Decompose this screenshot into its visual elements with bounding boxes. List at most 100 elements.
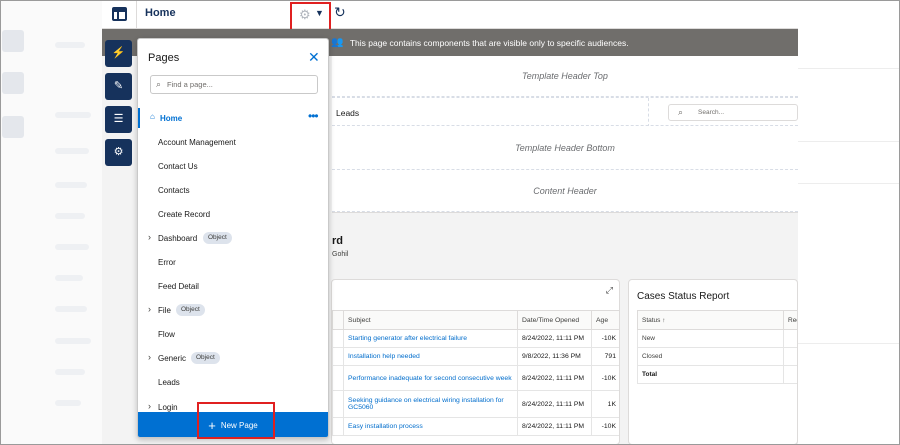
- page-item-label: Create Record: [158, 210, 211, 219]
- case-date: 8/24/2022, 11:11 PM: [517, 417, 592, 436]
- page-item-label: Dashboard: [158, 234, 198, 243]
- page-item-label: Account Management: [158, 138, 236, 147]
- chevron-right-icon[interactable]: ›: [148, 232, 151, 242]
- status-total-cell: Total: [637, 365, 784, 384]
- page-item-generic[interactable]: › Generic Object: [138, 348, 328, 368]
- case-age: -10K: [591, 365, 619, 391]
- page-item-contacts[interactable]: Contacts: [138, 180, 328, 200]
- background-icon: [2, 30, 24, 52]
- page-item-label: File: [158, 306, 171, 315]
- page-item-file[interactable]: › File Object: [138, 300, 328, 320]
- chevron-right-icon[interactable]: ›: [148, 352, 151, 362]
- template-header-bottom[interactable]: Template Header Bottom: [332, 126, 798, 170]
- table-cell: [332, 347, 344, 366]
- record-title: rd: [332, 235, 343, 247]
- case-date: 8/24/2022, 11:11 PM: [517, 365, 592, 391]
- background-line: [55, 213, 85, 219]
- background-line: [55, 338, 91, 344]
- status-cell: New: [637, 329, 784, 348]
- page-item-error[interactable]: Error: [138, 252, 328, 272]
- chevron-right-icon[interactable]: ›: [148, 401, 151, 411]
- gear-icon: ⚙: [113, 146, 124, 158]
- expand-icon[interactable]: ⤢: [606, 285, 613, 296]
- pages-panel: Pages ✕ ⌕ ⌂ Home ••• Account Management …: [137, 38, 329, 438]
- column-header-date[interactable]: Date/Time Opened: [517, 310, 592, 330]
- page-item-home[interactable]: ⌂ Home •••: [138, 108, 328, 128]
- audience-icon: 👥: [331, 37, 344, 48]
- more-actions-icon[interactable]: •••: [308, 109, 319, 123]
- page-item-label: Feed Detail: [158, 282, 199, 291]
- case-subject-link[interactable]: Seeking guidance on electrical wiring in…: [343, 390, 518, 418]
- home-icon: ⌂: [150, 112, 155, 121]
- page-item-leads[interactable]: Leads: [138, 372, 328, 392]
- page-item-create-record[interactable]: Create Record: [138, 204, 328, 224]
- cases-table-card: ⤢ Subject Date/Time Opened Age Starting …: [331, 279, 620, 445]
- page-item-feed-detail[interactable]: Feed Detail: [138, 276, 328, 296]
- cases-status-report-card: Cases Status Report Status ↑ Rec New Clo…: [628, 279, 798, 445]
- case-age: -10K: [591, 329, 619, 348]
- page-item-account-management[interactable]: Account Management: [138, 132, 328, 152]
- object-badge: Object: [191, 352, 220, 364]
- panel-layout-icon[interactable]: [112, 7, 127, 21]
- page-item-label: Contact Us: [158, 162, 198, 171]
- background-line: [55, 306, 87, 312]
- components-button[interactable]: ⚡: [105, 40, 132, 67]
- page-item-flow[interactable]: Flow: [138, 324, 328, 344]
- page-item-label: Contacts: [158, 186, 190, 195]
- column-header-subject[interactable]: Subject: [343, 310, 518, 330]
- page-item-label: Home: [160, 114, 183, 123]
- page-item-label: Leads: [158, 378, 180, 387]
- refresh-icon[interactable]: ↻: [334, 4, 346, 21]
- page-item-label: Flow: [158, 330, 175, 339]
- table-row: Starting generator after electrical fail…: [332, 329, 619, 348]
- page-item-label: Error: [158, 258, 176, 267]
- case-subject-link[interactable]: Performance inadequate for second consec…: [343, 365, 518, 391]
- table-row: Closed: [637, 347, 797, 366]
- background-line: [798, 343, 900, 344]
- page-item-dashboard[interactable]: › Dashboard Object: [138, 228, 328, 248]
- case-subject-link[interactable]: Starting generator after electrical fail…: [343, 329, 518, 348]
- nav-item-leads[interactable]: Leads: [336, 108, 359, 118]
- background-line: [55, 244, 89, 250]
- record-subtitle: Gohil: [332, 251, 349, 258]
- page-item-contact-us[interactable]: Contact Us: [138, 156, 328, 176]
- background-line: [55, 42, 85, 48]
- background-line: [798, 68, 900, 69]
- object-badge: Object: [176, 304, 205, 316]
- table-row: Installation help needed 9/8/2022, 11:36…: [332, 347, 619, 366]
- search-input[interactable]: ⌕ Search...: [668, 104, 798, 121]
- find-page-input[interactable]: [167, 78, 312, 91]
- case-age: -10K: [591, 417, 619, 436]
- case-subject-link[interactable]: Installation help needed: [343, 347, 518, 366]
- template-header-top[interactable]: Template Header Top: [332, 56, 798, 97]
- case-date: 9/8/2022, 11:36 PM: [517, 347, 592, 366]
- settings-button[interactable]: ⚙: [105, 139, 132, 166]
- table-row: Easy installation process 8/24/2022, 11:…: [332, 417, 619, 436]
- close-icon[interactable]: ✕: [308, 49, 320, 66]
- chevron-right-icon[interactable]: ›: [148, 304, 151, 314]
- builder-topbar: Home ⚙ ▼ ↻: [102, 0, 798, 33]
- background-line: [55, 148, 89, 154]
- topbar-divider: [136, 0, 137, 29]
- case-date: 8/24/2022, 11:11 PM: [517, 329, 592, 348]
- status-report-table: Status ↑ Rec New Closed Total: [637, 310, 797, 384]
- background-line: [798, 141, 900, 142]
- search-icon: ⌕: [678, 107, 684, 117]
- find-page-field[interactable]: ⌕: [150, 75, 318, 94]
- status-cell: Closed: [637, 347, 784, 366]
- background-icon: [2, 116, 24, 138]
- column-header-records[interactable]: Rec: [783, 310, 797, 330]
- content-header[interactable]: Content Header: [332, 170, 798, 212]
- list-icon: ☰: [113, 113, 124, 125]
- object-badge: Object: [203, 232, 232, 244]
- chevron-down-icon[interactable]: ▼: [315, 8, 324, 18]
- background-line: [55, 369, 85, 375]
- background-line: [55, 275, 83, 281]
- gear-icon[interactable]: ⚙: [299, 7, 311, 23]
- theme-button[interactable]: ✎: [105, 73, 132, 100]
- case-subject-link[interactable]: Easy installation process: [343, 417, 518, 436]
- record-header: rd Gohil: [332, 212, 798, 279]
- column-header-status[interactable]: Status ↑: [637, 310, 784, 330]
- column-header-age[interactable]: Age: [591, 310, 619, 330]
- pages-button[interactable]: ☰: [105, 106, 132, 133]
